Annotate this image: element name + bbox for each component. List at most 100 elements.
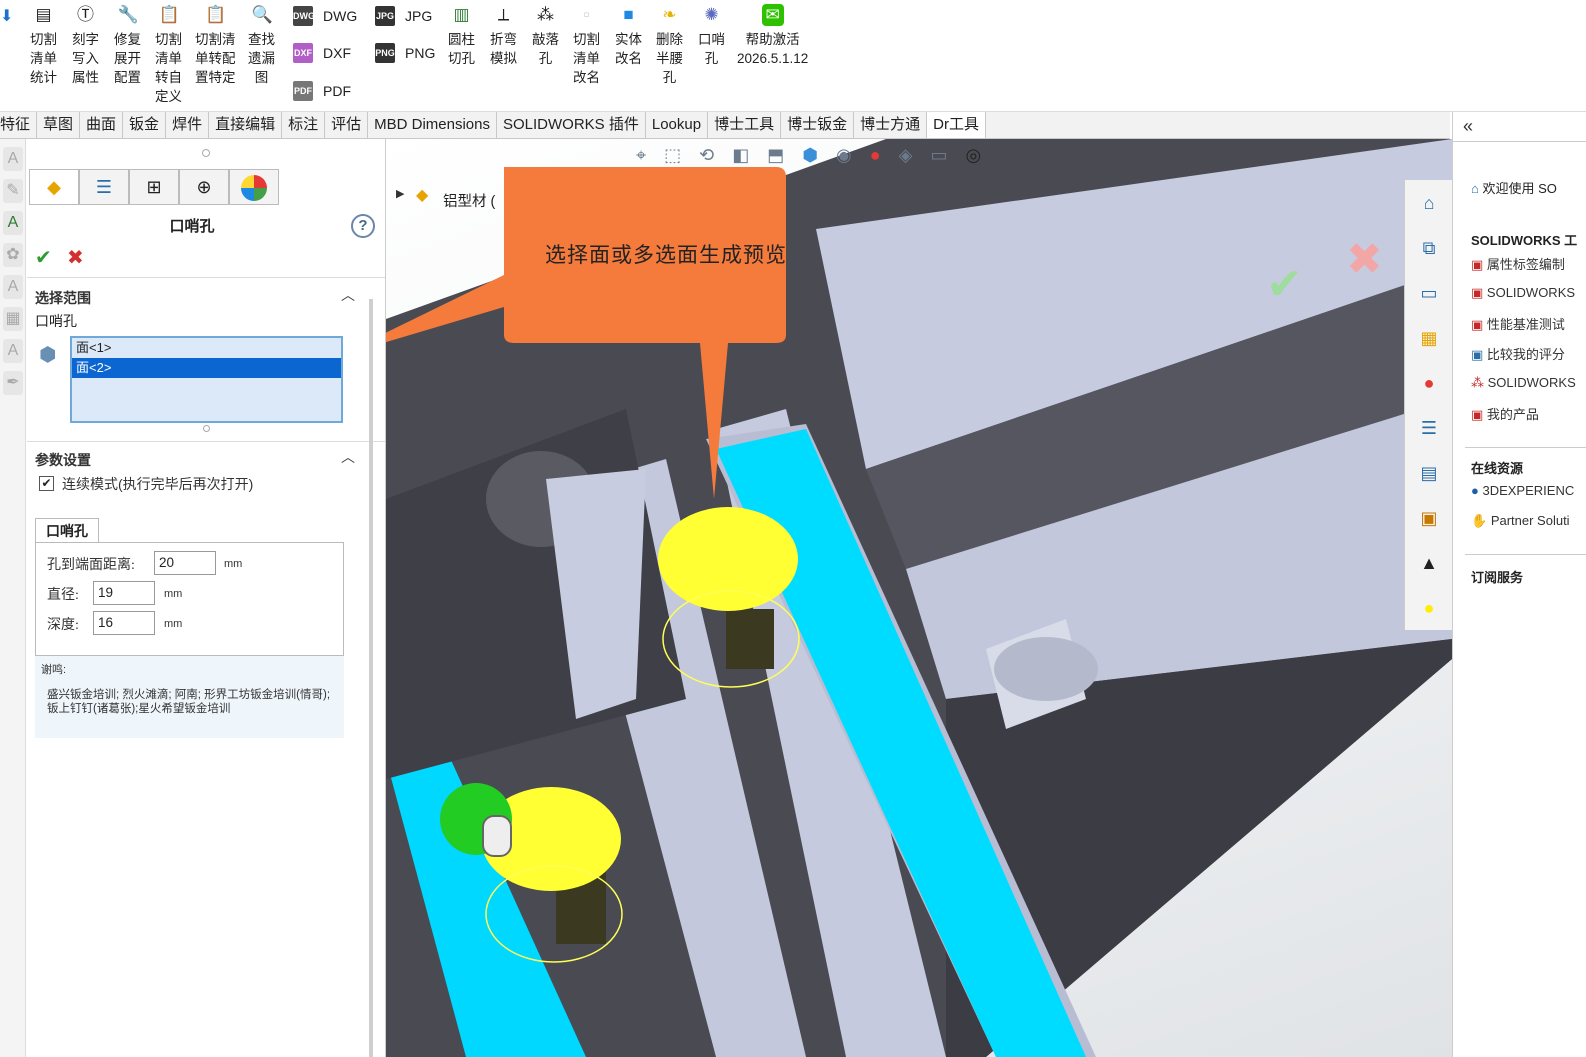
- chevron-up-icon[interactable]: ︿: [341, 447, 355, 467]
- ribbon-button-repair-flat[interactable]: 🔧 修复 展开 配置: [114, 4, 141, 87]
- note-icon[interactable]: A: [3, 211, 23, 235]
- depth-input[interactable]: 16: [93, 611, 155, 635]
- cancel-x-icon[interactable]: ✖: [67, 245, 84, 270]
- confirm-x-icon[interactable]: ✖: [1346, 234, 1383, 285]
- tab-surfaces[interactable]: 曲面: [80, 112, 124, 138]
- appearances-icon[interactable]: ●: [1412, 366, 1446, 400]
- text-icon[interactable]: A: [3, 147, 23, 171]
- tab-boshi-tools[interactable]: 博士工具: [708, 112, 782, 138]
- ribbon-button-cylinder-cut[interactable]: ▥ 圆柱 切孔: [448, 4, 475, 68]
- view-palette-icon[interactable]: ▦: [1412, 321, 1446, 355]
- ribbon-button-engrave[interactable]: Ⓣ 刻字 写入 属性: [72, 4, 99, 87]
- tab-direct-edit[interactable]: 直接编辑: [209, 112, 283, 138]
- tab-features[interactable]: 特征: [0, 112, 38, 138]
- blocks-icon[interactable]: ▦: [3, 307, 23, 331]
- ribbon-button-find-missing[interactable]: 🔍 查找 遗漏 图: [248, 4, 275, 87]
- custom-properties-icon[interactable]: ☰: [1412, 411, 1446, 445]
- graduation-icon[interactable]: ▲: [1412, 546, 1446, 580]
- tab-sheetmetal[interactable]: 钣金: [123, 112, 167, 138]
- resource-link[interactable]: ▣ SOLIDWORKS: [1471, 285, 1575, 301]
- property-manager-tab[interactable]: ☰: [79, 169, 129, 205]
- box-icon[interactable]: ▣: [1412, 501, 1446, 535]
- distance-input[interactable]: 20: [154, 551, 216, 575]
- tab-evaluate[interactable]: 评估: [325, 112, 369, 138]
- sw-icon: ⁂: [1471, 375, 1488, 390]
- ribbon-button-help-activate[interactable]: ✉ 帮助激活 2026.5.1.12: [737, 4, 808, 68]
- scene-icon[interactable]: ◈: [899, 145, 913, 166]
- view-settings-icon[interactable]: ▭: [930, 145, 947, 166]
- resource-link[interactable]: ⁂ SOLIDWORKS: [1471, 375, 1576, 391]
- ribbon-button-delete-half-hole[interactable]: ❧ 删除 半腰 孔: [656, 4, 683, 87]
- ribbon-button-body-rename[interactable]: ■ 实体 改名: [615, 4, 642, 68]
- resource-link[interactable]: ▣ 比较我的评分: [1471, 344, 1565, 363]
- text-icon[interactable]: A: [3, 275, 23, 299]
- export-pdf-button[interactable]: PDF PDF: [293, 81, 351, 101]
- pin-icon[interactable]: ✒: [3, 371, 23, 395]
- forum-icon[interactable]: ▤: [1412, 456, 1446, 490]
- resource-link[interactable]: ▣ 我的产品: [1471, 404, 1539, 423]
- ribbon-button-cutlist-config[interactable]: 📋 切割清 单转配 置特定: [195, 4, 236, 87]
- png-icon: PNG: [375, 43, 395, 63]
- command-tabs: 特征 草图 曲面 钣金 焊件 直接编辑 标注 评估 MBD Dimensions…: [0, 112, 1450, 139]
- ribbon-button-cutlist-stats[interactable]: ▤ 切割 清单 统计: [30, 4, 57, 87]
- online-link[interactable]: ● 3DEXPERIENC: [1471, 483, 1574, 498]
- tab-annotation[interactable]: 标注: [282, 112, 326, 138]
- appearance-icon[interactable]: ●: [870, 145, 881, 166]
- tab-weldments[interactable]: 焊件: [166, 112, 210, 138]
- wrench-icon: 🔧: [117, 5, 139, 24]
- light-icon[interactable]: ●: [1412, 591, 1446, 625]
- confirm-check-icon[interactable]: ✔: [1266, 259, 1303, 310]
- list-item[interactable]: 面<1>: [72, 338, 341, 358]
- list-icon: ▤: [35, 5, 52, 24]
- welcome-link[interactable]: ⌂ 欢迎使用 SO: [1471, 178, 1557, 197]
- ok-check-icon[interactable]: ✔: [35, 245, 52, 270]
- export-png-button[interactable]: PNG PNG: [375, 43, 435, 63]
- online-link[interactable]: ✋ Partner Soluti: [1471, 513, 1570, 529]
- scrollbar[interactable]: [369, 299, 373, 1057]
- eye-icon[interactable]: ◎: [965, 145, 981, 166]
- help-icon[interactable]: ?: [351, 214, 375, 238]
- stamp-icon[interactable]: ✿: [3, 243, 23, 267]
- list-item[interactable]: 面<2>: [72, 358, 341, 378]
- pen-icon[interactable]: ✎: [3, 179, 23, 203]
- tab-sketch[interactable]: 草图: [37, 112, 81, 138]
- feature-manager-tab[interactable]: ◆: [29, 169, 79, 205]
- resize-handle[interactable]: [203, 425, 210, 432]
- download-icon[interactable]: ⬇: [0, 6, 14, 26]
- collapse-pane-icon[interactable]: «: [1463, 116, 1473, 137]
- chevron-up-icon[interactable]: ︿: [341, 285, 355, 305]
- resource-link[interactable]: ▣ 性能基准测试: [1471, 314, 1565, 333]
- property-manager: ◆ ☰ ⊞ ⊕ 口哨孔 ? ✔ ✖ 选择范围 ︿ 口哨孔 ⬢ 面<1> 面<2>…: [27, 139, 385, 1057]
- folder-icon[interactable]: ▭: [1412, 276, 1446, 310]
- tab-boshi-sheetmetal[interactable]: 博士钣金: [781, 112, 855, 138]
- export-dxf-button[interactable]: DXF DXF: [293, 43, 351, 63]
- ribbon-button-whistle-hole[interactable]: ✺ 口哨 孔: [698, 4, 725, 68]
- graphics-viewport[interactable]: ▶ ◆ 铝型材 ( ⌖ ⬚ ⟲ ◧ ⬒ ⬢ ◉ ● ◈ ▭ ◎ ✔ ✖ 选择面或…: [386, 139, 1452, 1057]
- resource-link[interactable]: ▣ 属性标签编制: [1471, 254, 1565, 273]
- tab-mbd[interactable]: MBD Dimensions: [368, 112, 497, 138]
- text-icon[interactable]: A: [3, 339, 23, 363]
- config-manager-tab[interactable]: ⊞: [129, 169, 179, 205]
- face-selection-list[interactable]: 面<1> 面<2>: [70, 336, 343, 423]
- dimxpert-tab[interactable]: ⊕: [179, 169, 229, 205]
- display-manager-tab[interactable]: [229, 169, 279, 205]
- tab-lookup[interactable]: Lookup: [646, 112, 709, 138]
- continuous-mode-checkbox[interactable]: ✔: [39, 476, 54, 491]
- ribbon-button-cutlist-custom[interactable]: 📋 切割 清单 转自 定义: [155, 4, 182, 106]
- diameter-input[interactable]: 19: [93, 581, 155, 605]
- ribbon-button-knockout[interactable]: ⁂ 敲落 孔: [532, 4, 559, 68]
- export-dwg-button[interactable]: DWG DWG: [293, 6, 357, 26]
- tab-boshi-tube[interactable]: 博士方通: [854, 112, 928, 138]
- tab-whistle-hole-group[interactable]: 口哨孔: [35, 518, 99, 543]
- section-params-heading: 参数设置: [35, 452, 91, 468]
- design-library-icon[interactable]: ⧉: [1412, 231, 1446, 265]
- export-jpg-button[interactable]: JPG JPG: [375, 6, 432, 26]
- leaf-icon: ❧: [662, 5, 677, 24]
- tab-addins[interactable]: SOLIDWORKS 插件: [497, 112, 646, 138]
- drag-handle[interactable]: [202, 149, 210, 157]
- tab-dr-tools[interactable]: Dr工具: [927, 112, 986, 138]
- home-icon[interactable]: ⌂: [1412, 186, 1446, 220]
- ribbon-button-bend-sim[interactable]: ⟂ 折弯 模拟: [490, 4, 517, 68]
- sw-icon: ▣: [1471, 257, 1487, 272]
- ribbon-button-cutlist-rename[interactable]: ▫ 切割 清单 改名: [573, 4, 600, 87]
